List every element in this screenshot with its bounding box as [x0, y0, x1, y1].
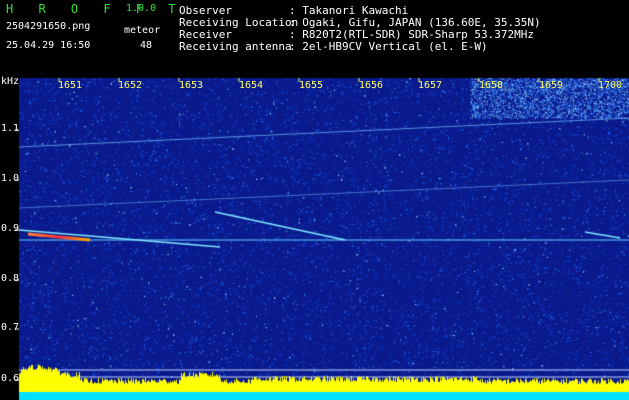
x-tick-label: 1657 [418, 80, 443, 91]
y-axis-unit: kHz [1, 76, 20, 87]
x-tick-label: 1653 [179, 80, 204, 91]
file-timestamp: 25.04.29 16:50 [6, 40, 91, 51]
x-tick-label: 1658 [479, 80, 504, 91]
meteor-count: 48 [140, 40, 153, 51]
x-tick-label: 1659 [539, 80, 564, 91]
hrofft-window: { "app": { "name": "H R O F F T", "versi… [0, 0, 629, 400]
location-value: : Ogaki, Gifu, JAPAN (136.60E, 35.35N) [289, 16, 541, 29]
antenna-value: : 2el-HB9CV Vertical (el. E-W) [289, 40, 488, 53]
x-tick-label: 1656 [359, 80, 384, 91]
x-tick-label: 1652 [118, 80, 143, 91]
y-tick-label: 1.1 [1, 123, 20, 134]
receiver-label: Receiver [179, 28, 232, 41]
x-tick-label: 1651 [58, 80, 83, 91]
x-tick-label: 1655 [299, 80, 324, 91]
meteor-label: meteor [124, 25, 161, 36]
observer-value: : Takanori Kawachi [289, 4, 409, 17]
location-label: Receiving Location [179, 16, 299, 29]
x-tick-label: 1654 [239, 80, 264, 91]
observer-label: Observer [179, 4, 232, 17]
x-tick-label: 1700 [598, 80, 623, 91]
y-tick-label: 0.8 [1, 273, 20, 284]
y-tick-label: 1.0 [1, 173, 20, 184]
receiver-value: : R820T2(RTL-SDR) SDR-Sharp 53.372MHz [289, 28, 535, 41]
y-tick-label: 0.6 [1, 373, 20, 384]
app-version: 1.0.0 [126, 3, 157, 14]
y-tick-label: 0.9 [1, 223, 20, 234]
file-name: 2504291650.png [6, 21, 91, 32]
spectrogram-heatmap [0, 0, 629, 400]
app-logo: H R O F F T [6, 2, 185, 16]
y-tick-label: 0.7 [1, 322, 20, 333]
antenna-label: Receiving antenna [179, 40, 292, 53]
